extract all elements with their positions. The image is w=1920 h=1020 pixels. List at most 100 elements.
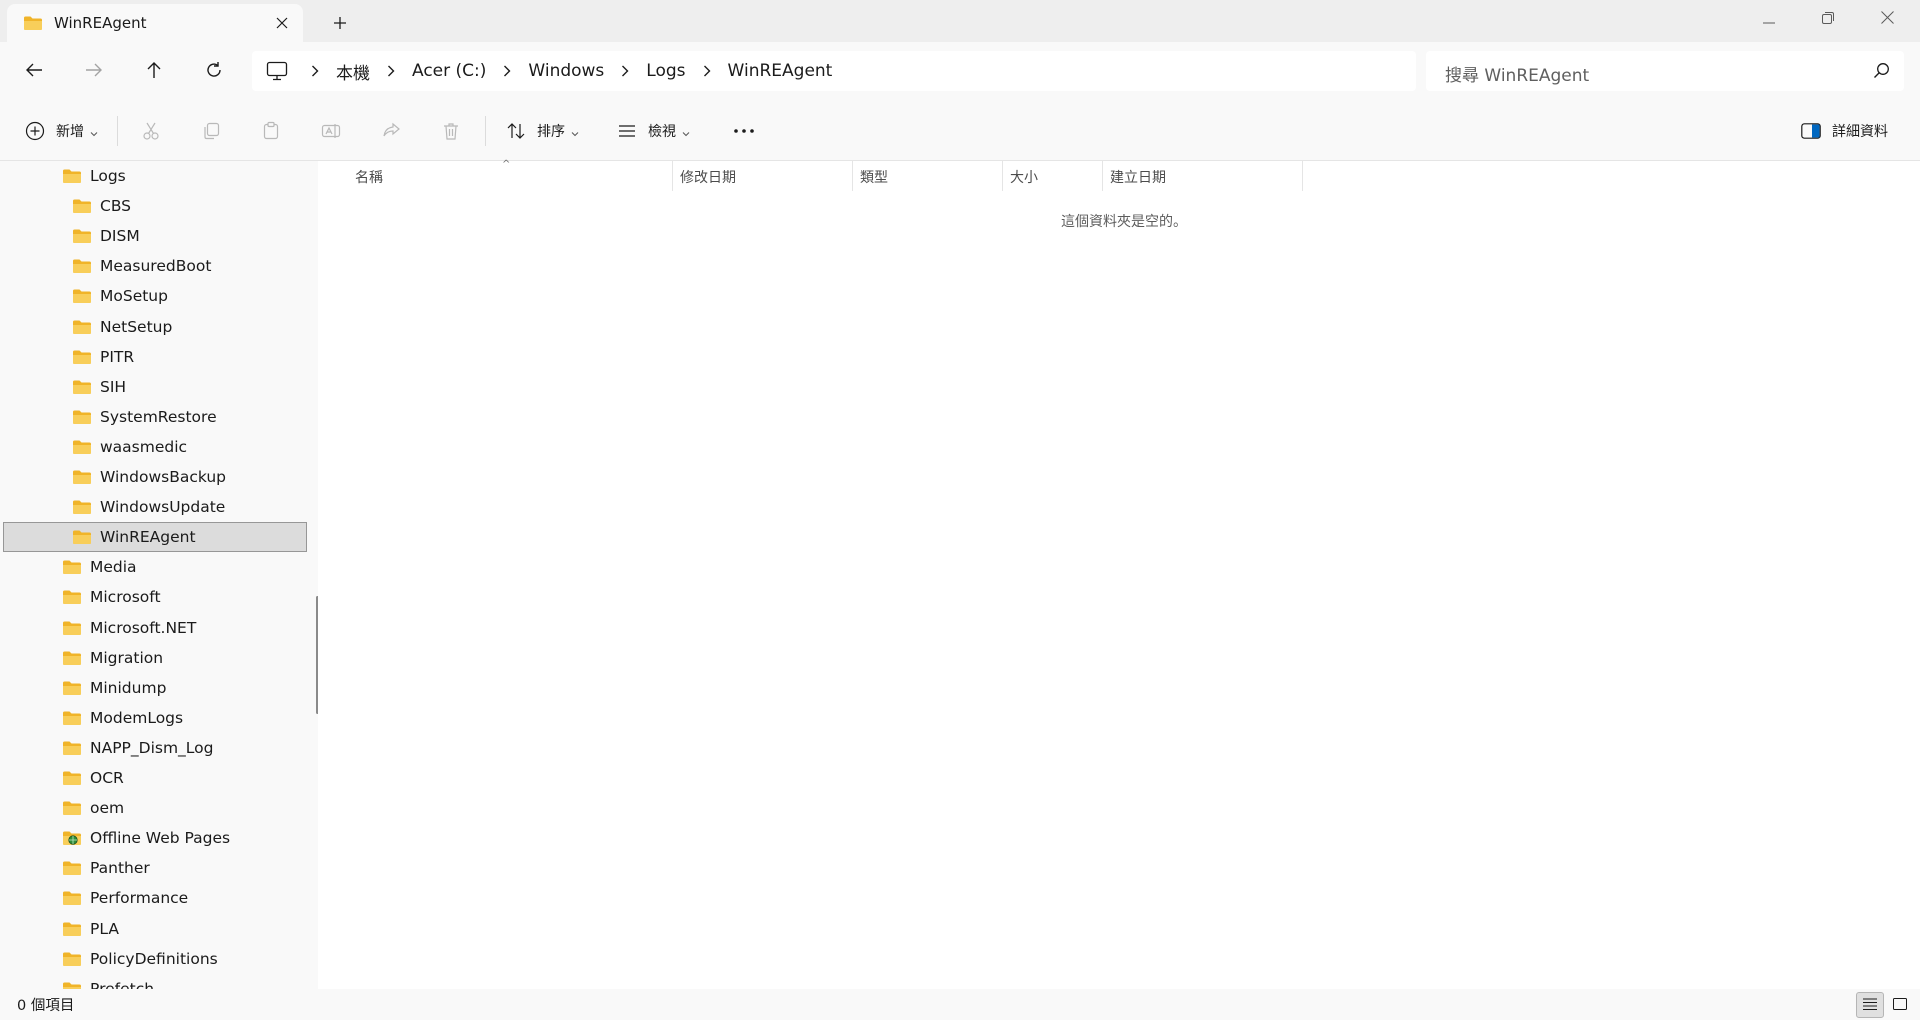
nav-tree-item-label: Minidump	[90, 678, 167, 697]
forward-button[interactable]	[76, 54, 112, 90]
nav-tree-item-label: WindowsUpdate	[100, 498, 226, 517]
minimize-button[interactable]	[1740, 0, 1798, 36]
nav-tree-item[interactable]: Minidump	[0, 673, 306, 703]
breadcrumb-windows[interactable]: Windows	[524, 61, 608, 81]
column-divider[interactable]	[1002, 161, 1003, 191]
navigation-pane[interactable]: Prefetch PolicyDefinitions PLA Performance P…	[0, 161, 318, 989]
chevron-right-icon[interactable]	[298, 65, 332, 77]
folder-icon	[62, 740, 82, 756]
nav-tree-item-label: SIH	[100, 377, 127, 396]
delete-button[interactable]	[438, 102, 464, 160]
column-divider[interactable]	[672, 161, 673, 191]
address-bar[interactable]: 本機 Acer (C:) Windows Logs WinREAgent	[252, 51, 1416, 91]
column-header-type[interactable]: 類型	[860, 161, 888, 193]
large-icons-view-icon	[1892, 996, 1908, 1015]
nav-tree-item[interactable]: MeasuredBoot	[0, 251, 306, 281]
folder-icon	[62, 981, 82, 989]
nav-tree-item-label: OCR	[90, 769, 124, 787]
refresh-button[interactable]	[196, 54, 232, 90]
nav-tree-item[interactable]: Prefetch	[0, 974, 306, 989]
close-tab-icon[interactable]	[271, 12, 293, 34]
tab-winreagent[interactable]: WinREAgent	[7, 4, 303, 42]
offline-web-pages-icon	[62, 830, 82, 846]
nav-tree-item-label: oem	[90, 799, 125, 818]
nav-tree-item[interactable]: PLA	[0, 914, 306, 944]
chevron-right-icon[interactable]	[608, 65, 642, 77]
more-options-button[interactable]	[731, 102, 757, 160]
folder-icon	[62, 890, 82, 906]
column-header-modified[interactable]: 修改日期	[680, 161, 736, 193]
search-input[interactable]: 搜尋 WinREAgent	[1426, 51, 1904, 91]
nav-tree-item[interactable]: Microsoft.NET	[0, 613, 306, 643]
toolbar-divider	[485, 116, 486, 146]
nav-tree-item[interactable]: Microsoft	[0, 582, 306, 612]
share-button[interactable]	[378, 102, 404, 160]
nav-tree-item[interactable]: Media	[0, 552, 306, 582]
folder-icon	[62, 951, 82, 967]
nav-tree-item[interactable]: Offline Web Pages	[0, 823, 306, 853]
paste-button[interactable]	[258, 102, 284, 160]
details-view-button[interactable]	[1856, 992, 1884, 1018]
copy-icon	[198, 118, 224, 144]
close-window-button[interactable]	[1858, 0, 1916, 36]
new-tab-button[interactable]	[326, 10, 354, 36]
nav-tree-item[interactable]: ModemLogs	[0, 703, 306, 733]
column-header-size[interactable]: 大小	[1010, 161, 1038, 193]
nav-tree-item[interactable]: Performance	[0, 883, 306, 913]
copy-button[interactable]	[198, 102, 224, 160]
column-divider[interactable]	[1102, 161, 1103, 191]
large-icons-view-button[interactable]	[1886, 992, 1914, 1018]
back-button[interactable]	[16, 54, 52, 90]
nav-tree-item[interactable]: Logs	[0, 161, 306, 191]
breadcrumb-logs[interactable]: Logs	[642, 61, 689, 81]
details-pane-button[interactable]: 詳細資料	[1798, 102, 1888, 160]
search-icon[interactable]	[1873, 62, 1890, 83]
nav-tree-item[interactable]: WinREAgent	[3, 522, 307, 553]
nav-tree-item[interactable]: oem	[0, 793, 306, 823]
breadcrumb-this-pc[interactable]: 本機	[332, 59, 374, 84]
new-label: 新增	[56, 124, 84, 140]
nav-tree-item[interactable]: NAPP_Dism_Log	[0, 733, 306, 763]
file-list-view[interactable]: ^ 名稱 修改日期 類型 大小 建立日期 這個資料夾是空的。	[328, 159, 1920, 989]
nav-tree-item[interactable]: NetSetup	[0, 312, 306, 342]
chevron-right-icon[interactable]	[490, 65, 524, 77]
nav-tree-item[interactable]: DISM	[0, 221, 306, 251]
folder-icon	[62, 921, 82, 937]
chevron-right-icon[interactable]	[374, 65, 408, 77]
nav-tree-item[interactable]: MoSetup	[0, 281, 306, 311]
column-header-name[interactable]: 名稱	[355, 161, 383, 193]
nav-tree-item[interactable]: SystemRestore	[0, 402, 306, 432]
new-button[interactable]: 新增	[22, 102, 98, 160]
nav-tree-item[interactable]: PITR	[0, 342, 306, 372]
restore-button[interactable]	[1799, 0, 1857, 36]
nav-tree-item[interactable]: PolicyDefinitions	[0, 944, 306, 974]
sort-button[interactable]: 排序	[503, 102, 579, 160]
folder-icon	[72, 228, 92, 244]
breadcrumb-drive[interactable]: Acer (C:)	[408, 61, 490, 81]
column-divider[interactable]	[1302, 161, 1303, 191]
nav-tree-item[interactable]: waasmedic	[0, 432, 306, 462]
nav-tree-item[interactable]: Migration	[0, 643, 306, 673]
folder-icon	[62, 650, 82, 666]
cut-button[interactable]	[138, 102, 164, 160]
breadcrumb: 本機 Acer (C:) Windows Logs WinREAgent	[298, 51, 836, 91]
refresh-icon	[205, 61, 223, 83]
rename-button[interactable]	[318, 102, 344, 160]
breadcrumb-winreagent[interactable]: WinREAgent	[724, 61, 837, 81]
details-view-icon	[1862, 996, 1878, 1015]
chevron-down-icon	[571, 122, 579, 141]
column-divider[interactable]	[852, 161, 853, 191]
nav-tree-item[interactable]: OCR	[0, 763, 306, 793]
navigation-scrollbar-thumb[interactable]	[316, 596, 318, 714]
chevron-right-icon[interactable]	[690, 65, 724, 77]
nav-tree-item[interactable]: SIH	[0, 372, 306, 402]
rename-icon	[318, 118, 344, 144]
nav-tree-item[interactable]: CBS	[0, 191, 306, 221]
nav-tree-item[interactable]: Panther	[0, 853, 306, 883]
view-button[interactable]: 檢視	[614, 102, 690, 160]
column-header-created[interactable]: 建立日期	[1110, 161, 1166, 193]
nav-tree-item[interactable]: WindowsBackup	[0, 462, 306, 492]
nav-tree-item[interactable]: WindowsUpdate	[0, 492, 306, 522]
up-button[interactable]	[136, 54, 172, 90]
navigation-scrollbar[interactable]	[314, 161, 318, 989]
